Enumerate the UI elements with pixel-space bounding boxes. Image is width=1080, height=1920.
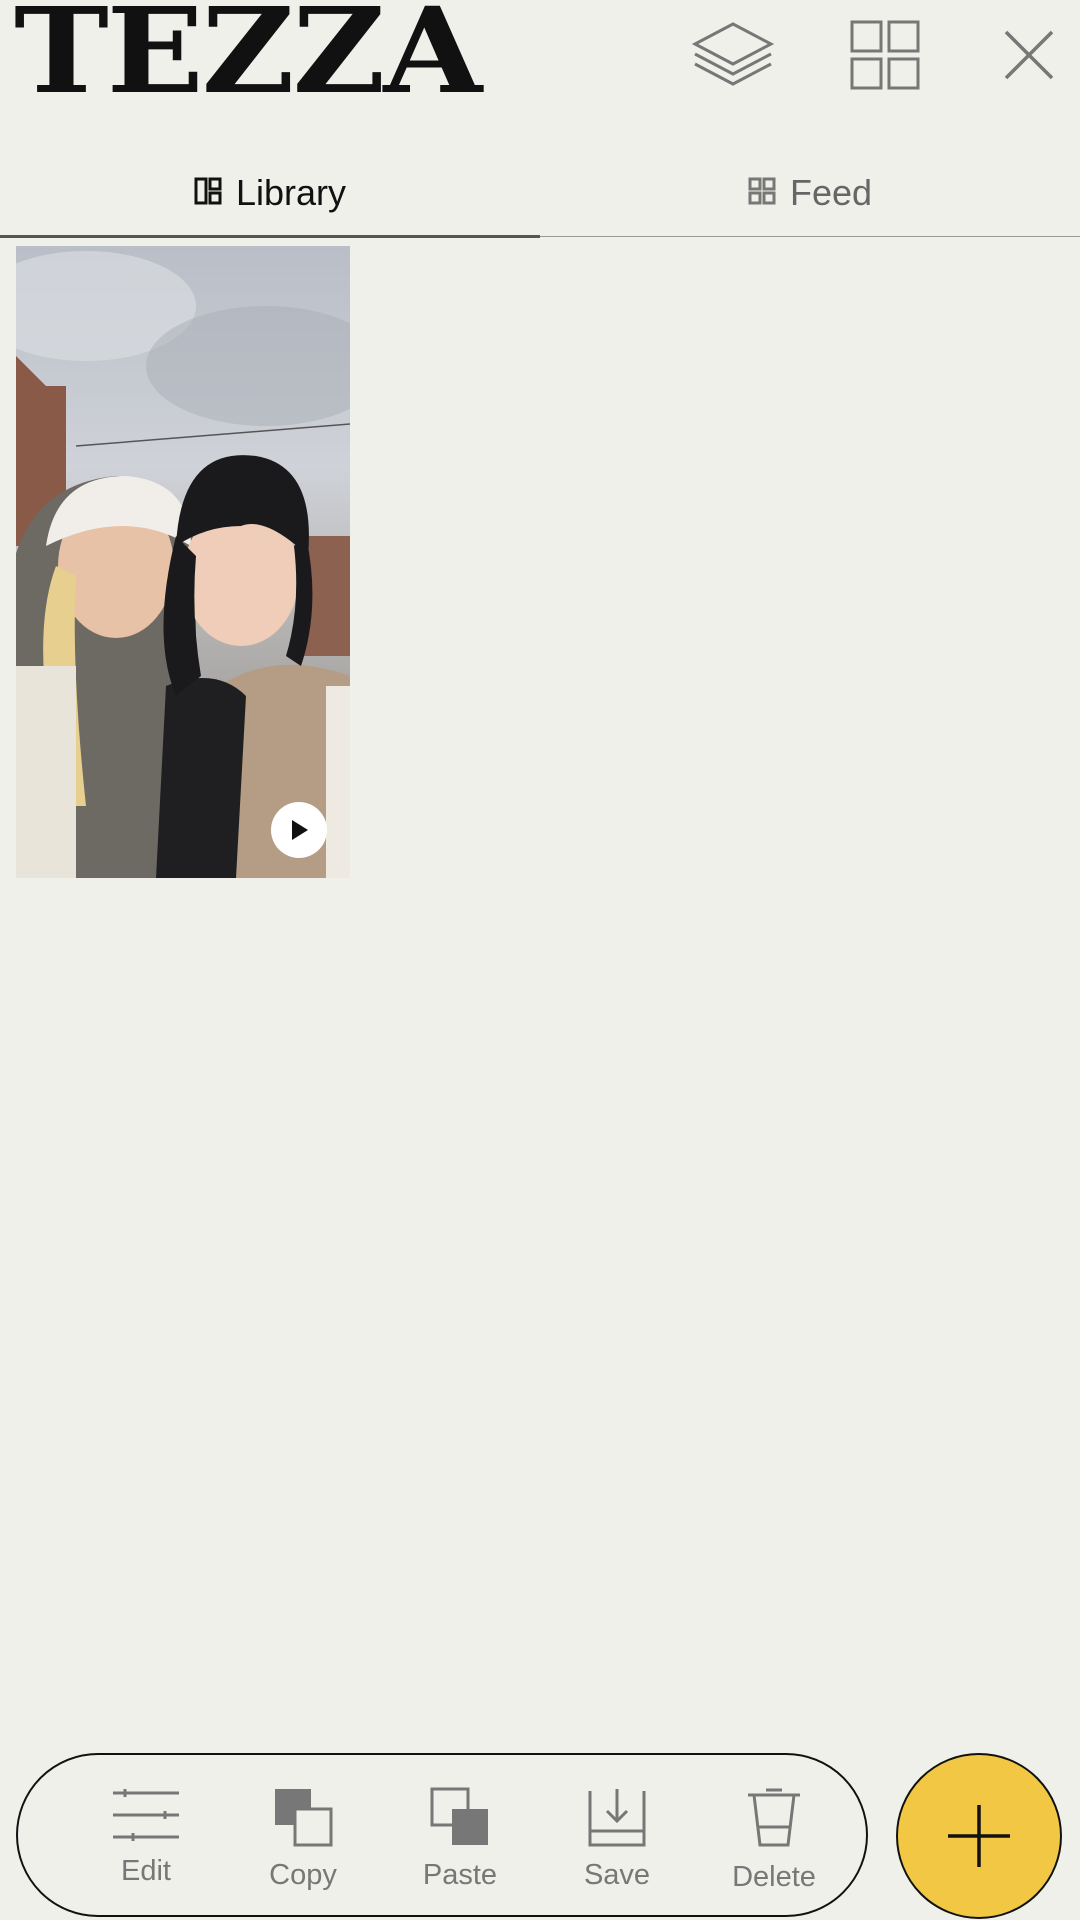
- grid-icon[interactable]: [840, 10, 930, 100]
- tab-library[interactable]: Library: [0, 150, 540, 236]
- app-header: TEZZA: [0, 0, 1080, 130]
- action-toolbar: Edit Copy Paste Save Delete: [16, 1753, 868, 1917]
- library-item-video-thumbnail[interactable]: [16, 246, 350, 878]
- edit-button[interactable]: Edit: [76, 1755, 216, 1919]
- paste-label: Paste: [422, 1859, 498, 1891]
- paste-button[interactable]: Paste: [390, 1755, 530, 1919]
- play-icon[interactable]: [271, 802, 327, 858]
- download-icon: [588, 1789, 646, 1847]
- edit-label: Edit: [121, 1855, 171, 1887]
- app-logo: TEZZA: [14, 0, 482, 120]
- layers-icon[interactable]: [688, 10, 778, 100]
- trash-icon: [748, 1788, 800, 1847]
- feed-grid-icon: [748, 172, 776, 214]
- copy-icon: [275, 1789, 333, 1847]
- tab-active-indicator: [0, 235, 540, 238]
- plus-icon: [948, 1805, 1010, 1867]
- delete-button[interactable]: Delete: [704, 1755, 844, 1919]
- photo-image: [16, 246, 350, 878]
- add-button[interactable]: [896, 1753, 1062, 1919]
- copy-button[interactable]: Copy: [233, 1755, 373, 1919]
- copy-label: Copy: [269, 1859, 337, 1891]
- save-button[interactable]: Save: [547, 1755, 687, 1919]
- library-icon: [194, 172, 222, 214]
- tab-library-label: Library: [235, 172, 347, 213]
- save-label: Save: [583, 1859, 651, 1891]
- close-icon[interactable]: [984, 10, 1074, 100]
- tab-feed[interactable]: Feed: [540, 150, 1080, 236]
- delete-label: Delete: [732, 1861, 816, 1893]
- view-tabs: Library Feed: [0, 150, 1080, 238]
- paste-icon: [430, 1787, 488, 1845]
- sliders-icon: [113, 1789, 179, 1841]
- tab-feed-label: Feed: [789, 172, 873, 213]
